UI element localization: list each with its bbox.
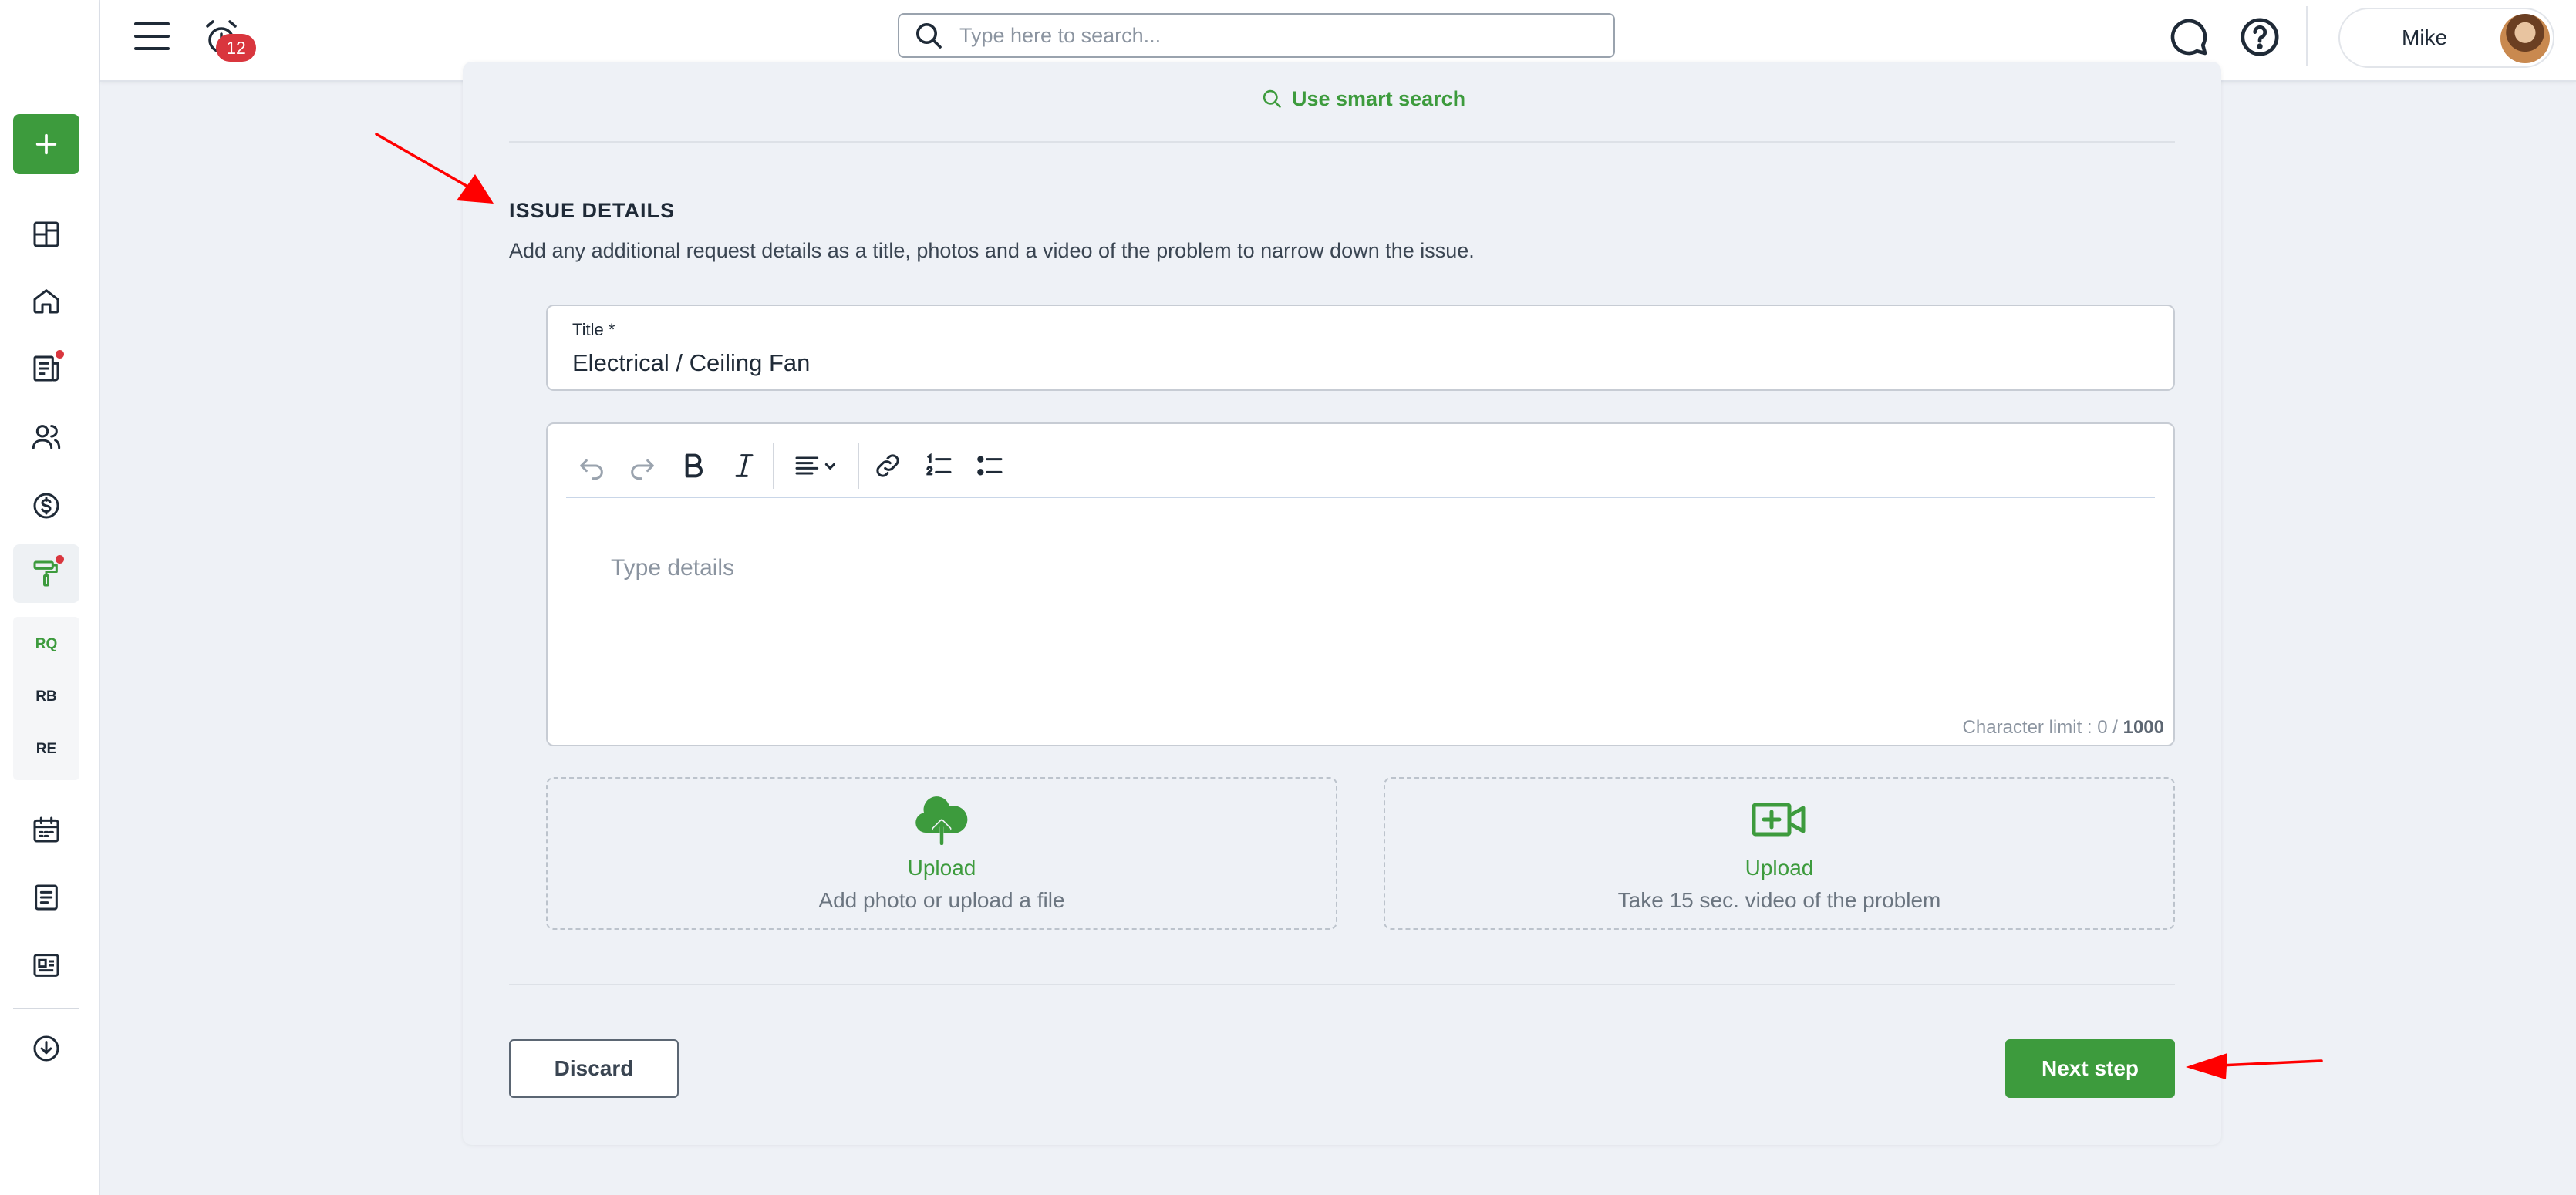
annotation-arrow bbox=[2186, 1053, 2323, 1079]
add-button[interactable] bbox=[13, 114, 79, 174]
divider bbox=[509, 141, 2175, 143]
redo-icon bbox=[631, 459, 654, 480]
dollar-icon bbox=[33, 493, 59, 519]
bold-button[interactable] bbox=[668, 440, 719, 491]
avatar bbox=[2500, 14, 2550, 63]
bullet-list-icon bbox=[977, 456, 1003, 476]
divider bbox=[509, 984, 2175, 985]
next-step-button[interactable]: Next step bbox=[2005, 1039, 2175, 1098]
help-icon[interactable] bbox=[2238, 15, 2281, 59]
notification-badge: 12 bbox=[216, 34, 256, 62]
italic-icon bbox=[735, 454, 754, 477]
details-editor[interactable]: Type details Character limit : 0 / 1000 bbox=[546, 422, 2175, 746]
notification-dot bbox=[56, 555, 64, 564]
cloud-download-icon bbox=[33, 1035, 59, 1062]
sidebar-subitem-rb[interactable]: RB bbox=[13, 674, 79, 720]
sidebar-item-people[interactable] bbox=[13, 407, 79, 466]
sidebar-item-download[interactable] bbox=[13, 1019, 79, 1078]
ordered-list-icon bbox=[926, 453, 952, 476]
sidebar-divider bbox=[13, 1008, 79, 1009]
undo-icon bbox=[580, 459, 603, 480]
notification-dot bbox=[56, 350, 64, 358]
upload-photo-title: Upload bbox=[907, 856, 976, 880]
plus-icon bbox=[35, 133, 57, 155]
search-bar[interactable] bbox=[898, 13, 1615, 58]
smart-search-label: Use smart search bbox=[1292, 86, 1466, 110]
list-card-icon bbox=[33, 954, 59, 977]
sidebar-item-finance[interactable] bbox=[13, 476, 79, 535]
upload-video-description: Take 15 sec. video of the problem bbox=[1617, 888, 1941, 912]
calendar-icon bbox=[33, 816, 59, 843]
upload-video-title: Upload bbox=[1745, 856, 1814, 880]
character-limit: Character limit : 0 / 1000 bbox=[1962, 717, 2164, 738]
sidebar-item-maintenance[interactable] bbox=[13, 544, 79, 603]
upload-photo-dropzone[interactable]: Upload Add photo or upload a file bbox=[546, 777, 1337, 930]
sidebar-item-calendar[interactable] bbox=[13, 800, 79, 859]
bullet-list-button[interactable] bbox=[964, 440, 1015, 491]
title-input[interactable]: Electrical / Ceiling Fan bbox=[572, 349, 810, 377]
search-icon bbox=[1263, 89, 1281, 108]
search-icon bbox=[916, 23, 942, 49]
details-placeholder: Type details bbox=[611, 555, 735, 581]
discard-button[interactable]: Discard bbox=[509, 1039, 679, 1098]
sidebar-subitem-re[interactable]: RE bbox=[13, 726, 79, 773]
title-field[interactable]: Title * Electrical / Ceiling Fan bbox=[546, 305, 2175, 391]
chat-icon[interactable] bbox=[2167, 15, 2210, 59]
toolbar-separator bbox=[773, 443, 774, 489]
ordered-list-button[interactable] bbox=[913, 440, 964, 491]
menu-icon[interactable] bbox=[133, 19, 171, 53]
toolbar-separator bbox=[858, 443, 859, 489]
link-icon bbox=[876, 454, 899, 477]
sidebar: RQ RB RE bbox=[0, 0, 100, 1195]
align-dropdown[interactable] bbox=[777, 440, 855, 491]
smart-search-link[interactable]: Use smart search bbox=[1261, 83, 1465, 114]
topbar-separator bbox=[2306, 6, 2308, 66]
align-left-icon bbox=[795, 456, 835, 475]
upload-photo-description: Add photo or upload a file bbox=[818, 888, 1065, 912]
user-menu[interactable]: Mike bbox=[2338, 8, 2554, 68]
undo-button[interactable] bbox=[566, 440, 617, 491]
bold-icon bbox=[685, 453, 703, 478]
sidebar-subitem-rq[interactable]: RQ bbox=[13, 621, 79, 668]
italic-button[interactable] bbox=[719, 440, 770, 491]
user-name: Mike bbox=[2402, 25, 2448, 49]
dashboard-icon bbox=[33, 221, 59, 247]
sidebar-item-home[interactable] bbox=[13, 271, 79, 330]
search-input[interactable] bbox=[959, 23, 1592, 48]
title-label: Title * bbox=[572, 320, 615, 339]
sidebar-item-documents[interactable] bbox=[13, 868, 79, 927]
editor-toolbar bbox=[566, 435, 2155, 498]
section-title: ISSUE DETAILS bbox=[509, 199, 676, 222]
link-button[interactable] bbox=[862, 440, 913, 491]
home-icon bbox=[33, 289, 59, 314]
sidebar-item-reports[interactable] bbox=[13, 339, 79, 398]
upload-video-dropzone[interactable]: Upload Take 15 sec. video of the problem bbox=[1384, 777, 2175, 930]
sidebar-item-listings[interactable] bbox=[13, 936, 79, 995]
document-icon bbox=[35, 884, 58, 911]
video-add-icon bbox=[1752, 803, 1806, 836]
cloud-upload-icon bbox=[915, 796, 968, 845]
annotation-arrow bbox=[375, 133, 494, 204]
section-description: Add any additional request details as a … bbox=[509, 239, 1475, 262]
redo-button[interactable] bbox=[617, 440, 668, 491]
sidebar-item-dashboard[interactable] bbox=[13, 205, 79, 264]
people-icon bbox=[32, 425, 61, 449]
